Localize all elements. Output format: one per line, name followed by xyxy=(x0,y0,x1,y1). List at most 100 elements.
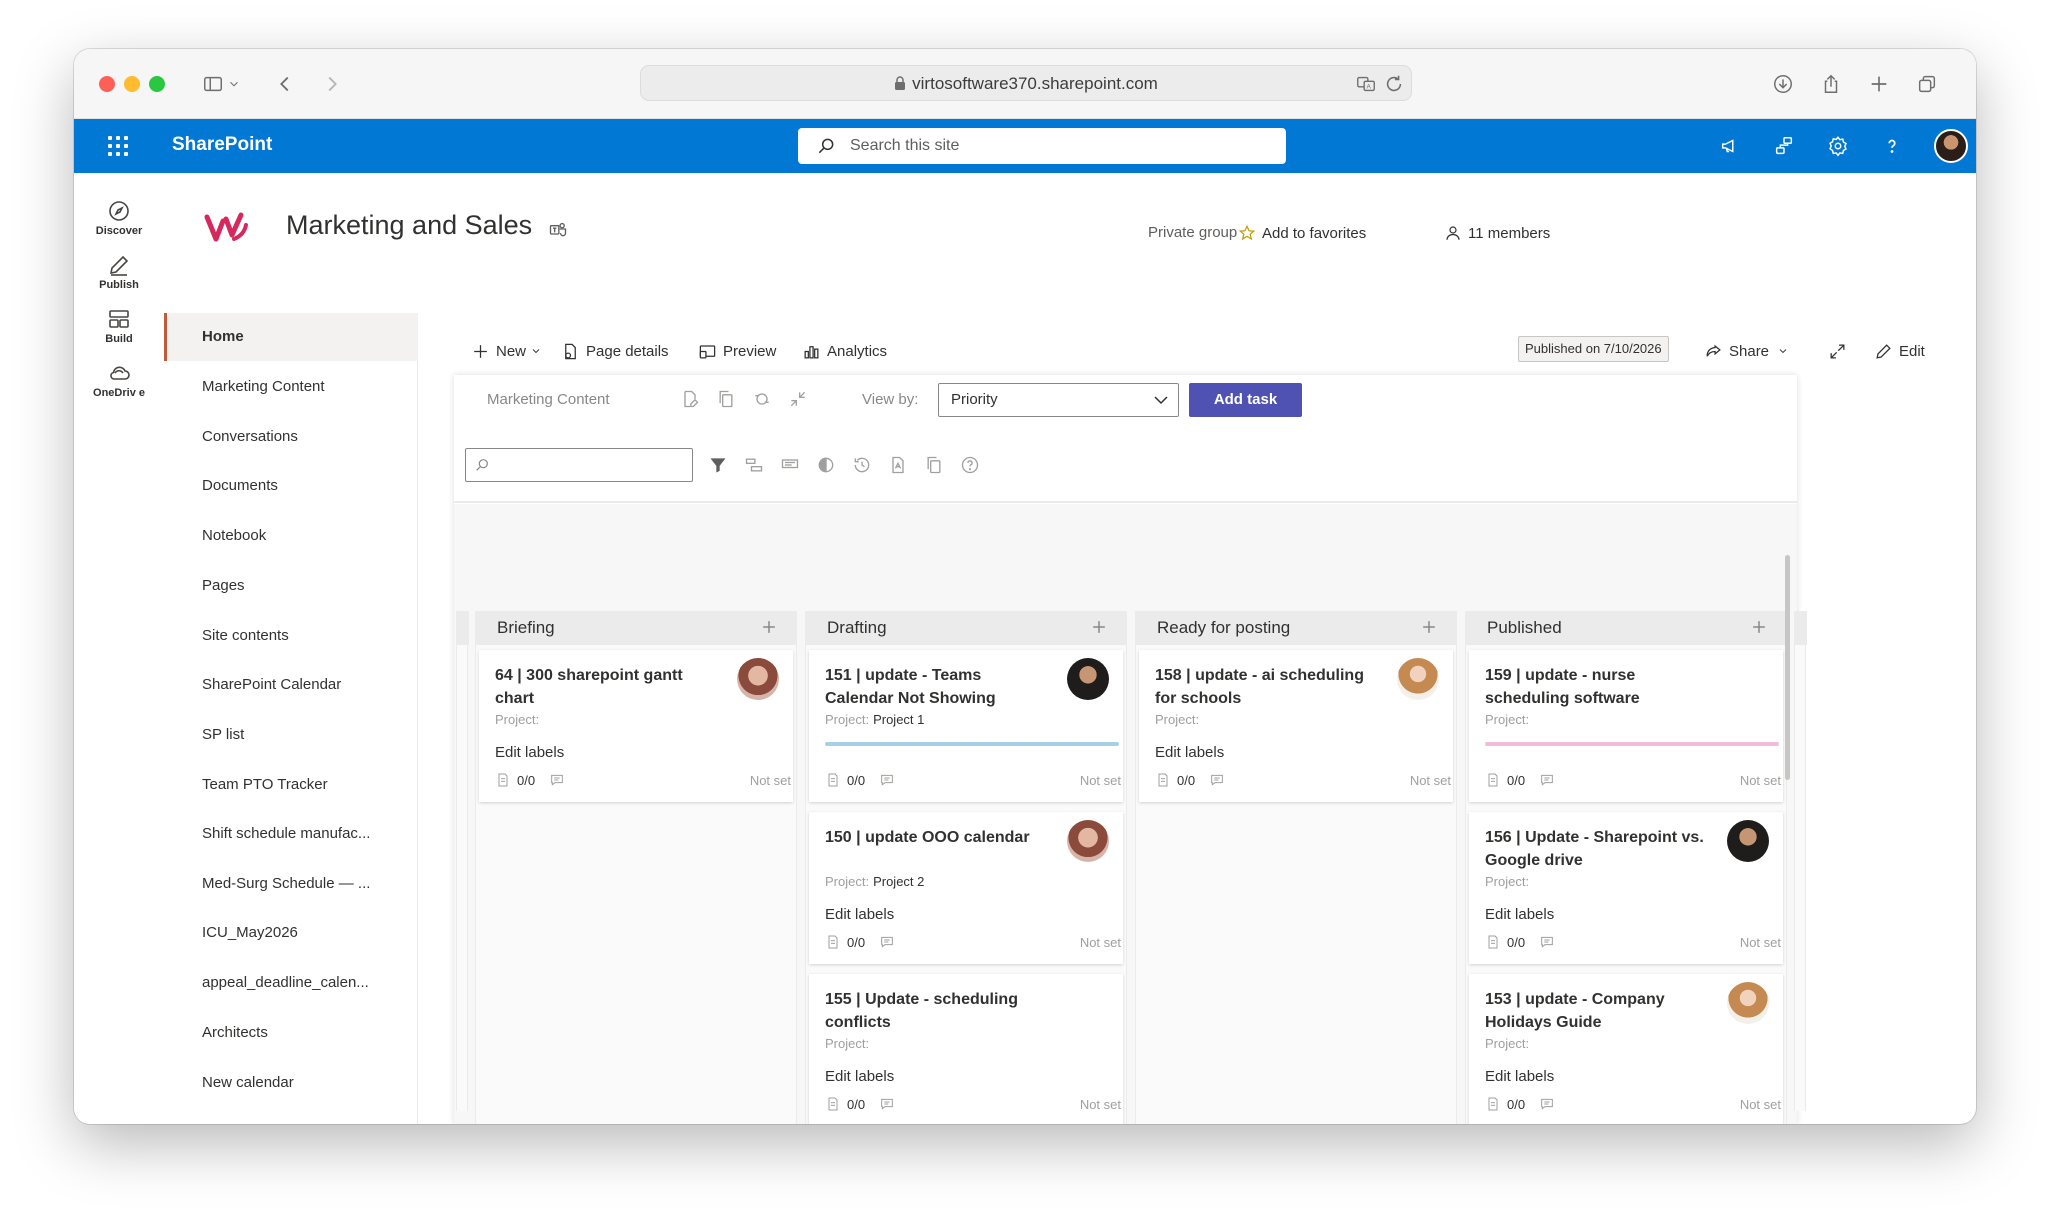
collapse-icon[interactable] xyxy=(788,389,808,409)
comment-icon[interactable] xyxy=(1209,772,1225,788)
settings-gear-icon[interactable] xyxy=(1824,132,1852,160)
task-card[interactable]: 158 | update - ai scheduling for schools… xyxy=(1139,650,1453,802)
nav-item-sharepoint-calendar[interactable]: SharePoint Calendar xyxy=(164,661,418,709)
close-window-button[interactable] xyxy=(99,76,115,92)
edit-button[interactable]: Edit xyxy=(1874,339,1925,363)
rail-discover[interactable]: Discover xyxy=(74,199,164,237)
nav-item-med-surg-schedule[interactable]: Med-Surg Schedule — ... xyxy=(164,860,418,908)
history-icon[interactable] xyxy=(852,455,872,475)
new-tab-icon[interactable] xyxy=(1864,69,1894,99)
assignee-avatar[interactable] xyxy=(1727,982,1769,1024)
comment-icon[interactable] xyxy=(879,772,895,788)
nav-item-team-pto-tracker[interactable]: Team PTO Tracker xyxy=(164,761,418,809)
color-icon[interactable] xyxy=(816,455,836,475)
nav-item-home[interactable]: Home xyxy=(164,313,418,361)
board-search-input[interactable] xyxy=(465,448,693,482)
edit-labels-link[interactable]: Edit labels xyxy=(825,1068,894,1085)
comment-icon[interactable] xyxy=(879,934,895,950)
expand-icon[interactable] xyxy=(1828,339,1853,363)
assignee-avatar[interactable] xyxy=(1067,820,1109,862)
pdf-export-icon[interactable] xyxy=(888,455,908,475)
tab-overview-icon[interactable] xyxy=(1912,69,1942,99)
view-by-dropdown[interactable]: Priority xyxy=(938,383,1179,417)
task-card[interactable]: 64 | 300 sharepoint gantt chart Project: E… xyxy=(479,650,793,802)
user-avatar[interactable] xyxy=(1934,129,1968,163)
add-card-plus-icon[interactable] xyxy=(1749,617,1769,637)
copy-icon[interactable] xyxy=(716,389,736,409)
nav-item-pages[interactable]: Pages xyxy=(164,562,418,610)
zoom-window-button[interactable] xyxy=(149,76,165,92)
address-bar[interactable]: virtosoftware370.sharepoint.com A xyxy=(640,65,1412,101)
edit-labels-link[interactable]: Edit labels xyxy=(1485,1068,1554,1085)
card-view-icon[interactable] xyxy=(780,455,800,475)
task-card[interactable]: 155 | Update - scheduling conflicts Proje… xyxy=(809,974,1123,1124)
nav-item-site-contents[interactable]: Site contents xyxy=(164,612,418,660)
chevron-down-icon[interactable] xyxy=(224,69,244,99)
nav-item-new-calendar[interactable]: New calendar xyxy=(164,1059,418,1107)
add-card-plus-icon[interactable] xyxy=(759,617,779,637)
new-button[interactable]: New xyxy=(471,339,548,363)
rail-onedrive[interactable]: OneDriv e xyxy=(74,361,164,400)
share-button[interactable]: Share xyxy=(1704,339,1795,363)
comment-icon[interactable] xyxy=(1539,1096,1555,1112)
share-sheet-icon[interactable] xyxy=(1816,69,1846,99)
page-details-button[interactable]: Page details xyxy=(561,339,669,363)
nav-item-sp-list[interactable]: SP list xyxy=(164,711,418,759)
app-launcher-icon[interactable] xyxy=(106,134,130,158)
app-name[interactable]: SharePoint xyxy=(172,134,272,156)
forward-icon[interactable] xyxy=(317,69,347,99)
site-search[interactable] xyxy=(798,128,1286,164)
add-task-button[interactable]: Add task xyxy=(1189,383,1302,417)
task-card[interactable]: 153 | update - Company Holidays Guide Pro… xyxy=(1469,974,1783,1124)
task-card[interactable]: 159 | update - nurse scheduling software… xyxy=(1469,650,1783,802)
assignee-avatar[interactable] xyxy=(1397,658,1439,700)
reload-icon[interactable] xyxy=(1379,69,1409,99)
connections-icon[interactable] xyxy=(1770,132,1798,160)
assignee-avatar[interactable] xyxy=(737,658,779,700)
comment-icon[interactable] xyxy=(1539,772,1555,788)
edit-labels-link[interactable]: Edit labels xyxy=(1155,744,1224,761)
nav-item-icu-may2026[interactable]: ICU_May2026 xyxy=(164,909,418,957)
edit-page-icon[interactable] xyxy=(680,389,700,409)
preview-button[interactable]: Preview xyxy=(698,339,776,363)
analytics-button[interactable]: Analytics xyxy=(802,339,887,363)
swimlanes-icon[interactable] xyxy=(744,455,764,475)
minimize-window-button[interactable] xyxy=(124,76,140,92)
nav-item-conversations[interactable]: Conversations xyxy=(164,413,418,461)
duplicate-icon[interactable] xyxy=(924,455,944,475)
teams-icon[interactable] xyxy=(548,219,568,239)
nav-item-shift-schedule-manufac[interactable]: Shift schedule manufac... xyxy=(164,810,418,858)
edit-labels-link[interactable]: Edit labels xyxy=(495,744,564,761)
nav-item-architects[interactable]: Architects xyxy=(164,1009,418,1057)
download-icon[interactable] xyxy=(1768,69,1798,99)
nav-item-marketing-content[interactable]: Marketing Content xyxy=(164,363,418,411)
assignee-avatar[interactable] xyxy=(1727,820,1769,862)
edit-labels-link[interactable]: Edit labels xyxy=(825,906,894,923)
filter-icon[interactable] xyxy=(708,455,728,475)
back-icon[interactable] xyxy=(270,69,300,99)
assignee-avatar[interactable] xyxy=(1067,658,1109,700)
comment-icon[interactable] xyxy=(549,772,565,788)
task-card[interactable]: 156 | Update - Sharepoint vs. Google dri… xyxy=(1469,812,1783,964)
task-card[interactable]: 151 | update - Teams Calendar Not Showin… xyxy=(809,650,1123,802)
edit-labels-link[interactable]: Edit labels xyxy=(1485,906,1554,923)
rail-build[interactable]: Build xyxy=(74,307,164,345)
task-card[interactable]: 150 | update OOO calendar Project: Project… xyxy=(809,812,1123,964)
add-to-favorites-button[interactable]: Add to favorites xyxy=(1238,224,1366,242)
sync-icon[interactable] xyxy=(752,389,772,409)
help-icon[interactable] xyxy=(1878,132,1906,160)
members-button[interactable]: 11 members xyxy=(1444,224,1550,242)
nav-item-documents[interactable]: Documents xyxy=(164,462,418,510)
board-scrollbar[interactable] xyxy=(1785,555,1790,780)
search-input[interactable] xyxy=(850,128,1270,164)
add-card-plus-icon[interactable] xyxy=(1089,617,1109,637)
add-card-plus-icon[interactable] xyxy=(1419,617,1439,637)
comment-icon[interactable] xyxy=(879,1096,895,1112)
nav-item-recycle-bin[interactable]: Recycle bin xyxy=(164,1108,418,1124)
nav-item-appeal-deadline-calen[interactable]: appeal_deadline_calen... xyxy=(164,959,418,1007)
rail-publish[interactable]: Publish xyxy=(74,253,164,291)
comment-icon[interactable] xyxy=(1539,934,1555,950)
nav-item-notebook[interactable]: Notebook xyxy=(164,512,418,560)
translate-icon[interactable]: A xyxy=(1351,69,1381,99)
help-circle-icon[interactable] xyxy=(960,455,980,475)
